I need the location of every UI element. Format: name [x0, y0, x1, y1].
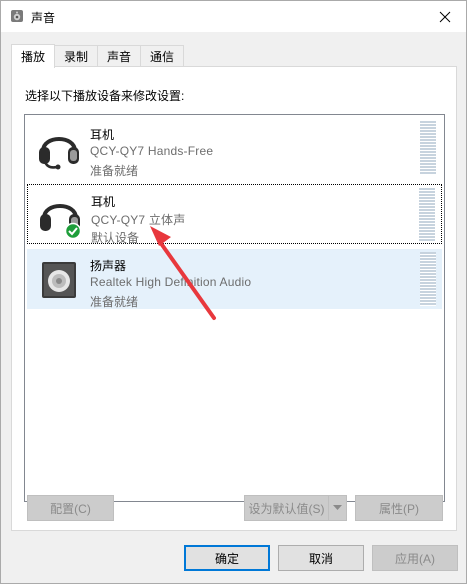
device-name: 扬声器 — [90, 259, 127, 273]
device-item[interactable]: 耳机 QCY-QY7 Hands-Free 准备就绪 — [27, 118, 442, 178]
device-status: 默认设备 — [91, 231, 140, 245]
device-status: 准备就绪 — [90, 295, 139, 309]
speaker-title-icon — [11, 10, 23, 22]
close-icon — [439, 11, 451, 23]
set-default-button[interactable]: 设为默认值(S) — [244, 495, 329, 521]
tab-strip: 播放 录制 声音 通信 — [11, 44, 185, 68]
volume-meter — [419, 188, 435, 242]
device-item[interactable]: 耳机 QCY-QY7 立体声 默认设备 — [27, 184, 442, 245]
headset-icon — [39, 137, 79, 170]
tab-recording[interactable]: 录制 — [54, 45, 99, 67]
apply-button[interactable]: 应用(A) — [372, 545, 458, 571]
device-item[interactable]: 扬声器 Realtek High Definition Audio 准备就绪 — [27, 249, 442, 309]
device-description: Realtek High Definition Audio — [90, 275, 252, 289]
window-title: 声音 — [31, 11, 56, 25]
instruction-text: 选择以下播放设备来修改设置: — [25, 89, 185, 103]
close-button[interactable] — [430, 5, 460, 29]
set-default-dropdown[interactable] — [328, 495, 347, 521]
cancel-button[interactable]: 取消 — [278, 545, 364, 571]
volume-meter — [420, 252, 436, 306]
headphones-icon — [40, 204, 82, 238]
configure-button[interactable]: 配置(C) — [27, 495, 114, 521]
device-name: 耳机 — [90, 128, 115, 142]
properties-button[interactable]: 属性(P) — [355, 495, 443, 521]
volume-meter — [420, 121, 436, 175]
speaker-icon — [42, 262, 76, 298]
device-status: 准备就绪 — [90, 164, 139, 178]
title-bar: 声音 — [1, 1, 466, 32]
device-name: 耳机 — [91, 195, 116, 209]
device-list[interactable]: 耳机 QCY-QY7 Hands-Free 准备就绪 耳机 QCY-QY7 立体… — [24, 114, 445, 502]
device-description: QCY-QY7 Hands-Free — [90, 144, 214, 158]
playback-panel: 选择以下播放设备来修改设置: 耳机 QCY-QY7 Hands-Free 准备就… — [11, 66, 457, 531]
chevron-down-icon — [333, 505, 342, 510]
tab-communications[interactable]: 通信 — [140, 45, 185, 67]
tab-playback[interactable]: 播放 — [11, 44, 56, 68]
device-description: QCY-QY7 立体声 — [91, 213, 186, 227]
sound-dialog: 声音 播放 录制 声音 通信 选择以下播放设备来修改设置: 耳机 QCY-QY7… — [0, 0, 467, 584]
ok-button[interactable]: 确定 — [184, 545, 270, 571]
tab-sounds[interactable]: 声音 — [97, 45, 142, 67]
